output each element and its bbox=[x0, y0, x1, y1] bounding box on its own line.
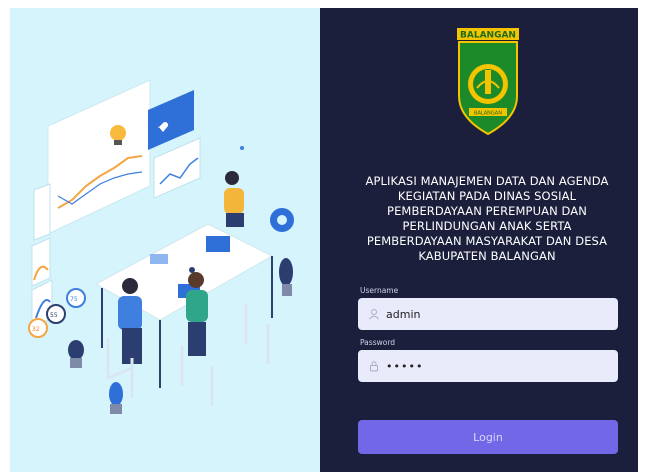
illustration-panel: 32 55 75 bbox=[10, 8, 320, 472]
stats-panel-mid bbox=[153, 137, 201, 199]
app-title: APLIKASI MANAJEMEN DATA DAN AGENDA KEGIA… bbox=[342, 174, 632, 264]
app-title-line: PERLINDUNGAN ANAK SERTA bbox=[402, 219, 572, 233]
login-window: 32 55 75 BALANGAN BALANGAN APLIKASI MANA… bbox=[10, 8, 638, 472]
lightbulb-icon bbox=[110, 125, 126, 141]
password-input[interactable] bbox=[358, 350, 618, 382]
svg-text:75: 75 bbox=[70, 296, 78, 303]
office-illustration: 32 55 75 bbox=[28, 79, 294, 414]
plant-icon bbox=[279, 258, 293, 286]
balangan-logo: BALANGAN BALANGAN bbox=[457, 28, 519, 136]
svg-text:55: 55 bbox=[50, 312, 58, 319]
app-title-line: PEMBERDAYAAN PEREMPUAN DAN bbox=[387, 204, 587, 218]
app-title-line: PEMBERDAYAAN MASYARAKAT DAN DESA bbox=[366, 234, 608, 248]
app-title-line: APLIKASI MANAJEMEN DATA DAN AGENDA bbox=[365, 174, 609, 188]
user-icon bbox=[369, 309, 379, 320]
person-woman-head bbox=[225, 171, 239, 185]
login-panel: BALANGAN BALANGAN APLIKASI MANAJEMEN DAT… bbox=[320, 8, 638, 472]
username-label: Username bbox=[360, 286, 399, 295]
svg-text:BALANGAN: BALANGAN bbox=[474, 111, 502, 117]
person-man-head bbox=[122, 278, 138, 294]
stats-panel-top bbox=[148, 90, 194, 150]
svg-text:BALANGAN: BALANGAN bbox=[460, 31, 516, 41]
app-title-line: KEGIATAN PADA DINAS SOSIAL bbox=[397, 189, 577, 203]
lock-icon bbox=[370, 361, 378, 372]
login-button[interactable]: Login bbox=[358, 420, 618, 454]
person-woman2-head bbox=[188, 272, 204, 288]
username-input[interactable] bbox=[358, 298, 618, 330]
password-label: Password bbox=[360, 338, 396, 347]
svg-text:32: 32 bbox=[32, 326, 40, 333]
app-title-line: KABUPATEN BALANGAN bbox=[418, 249, 556, 263]
